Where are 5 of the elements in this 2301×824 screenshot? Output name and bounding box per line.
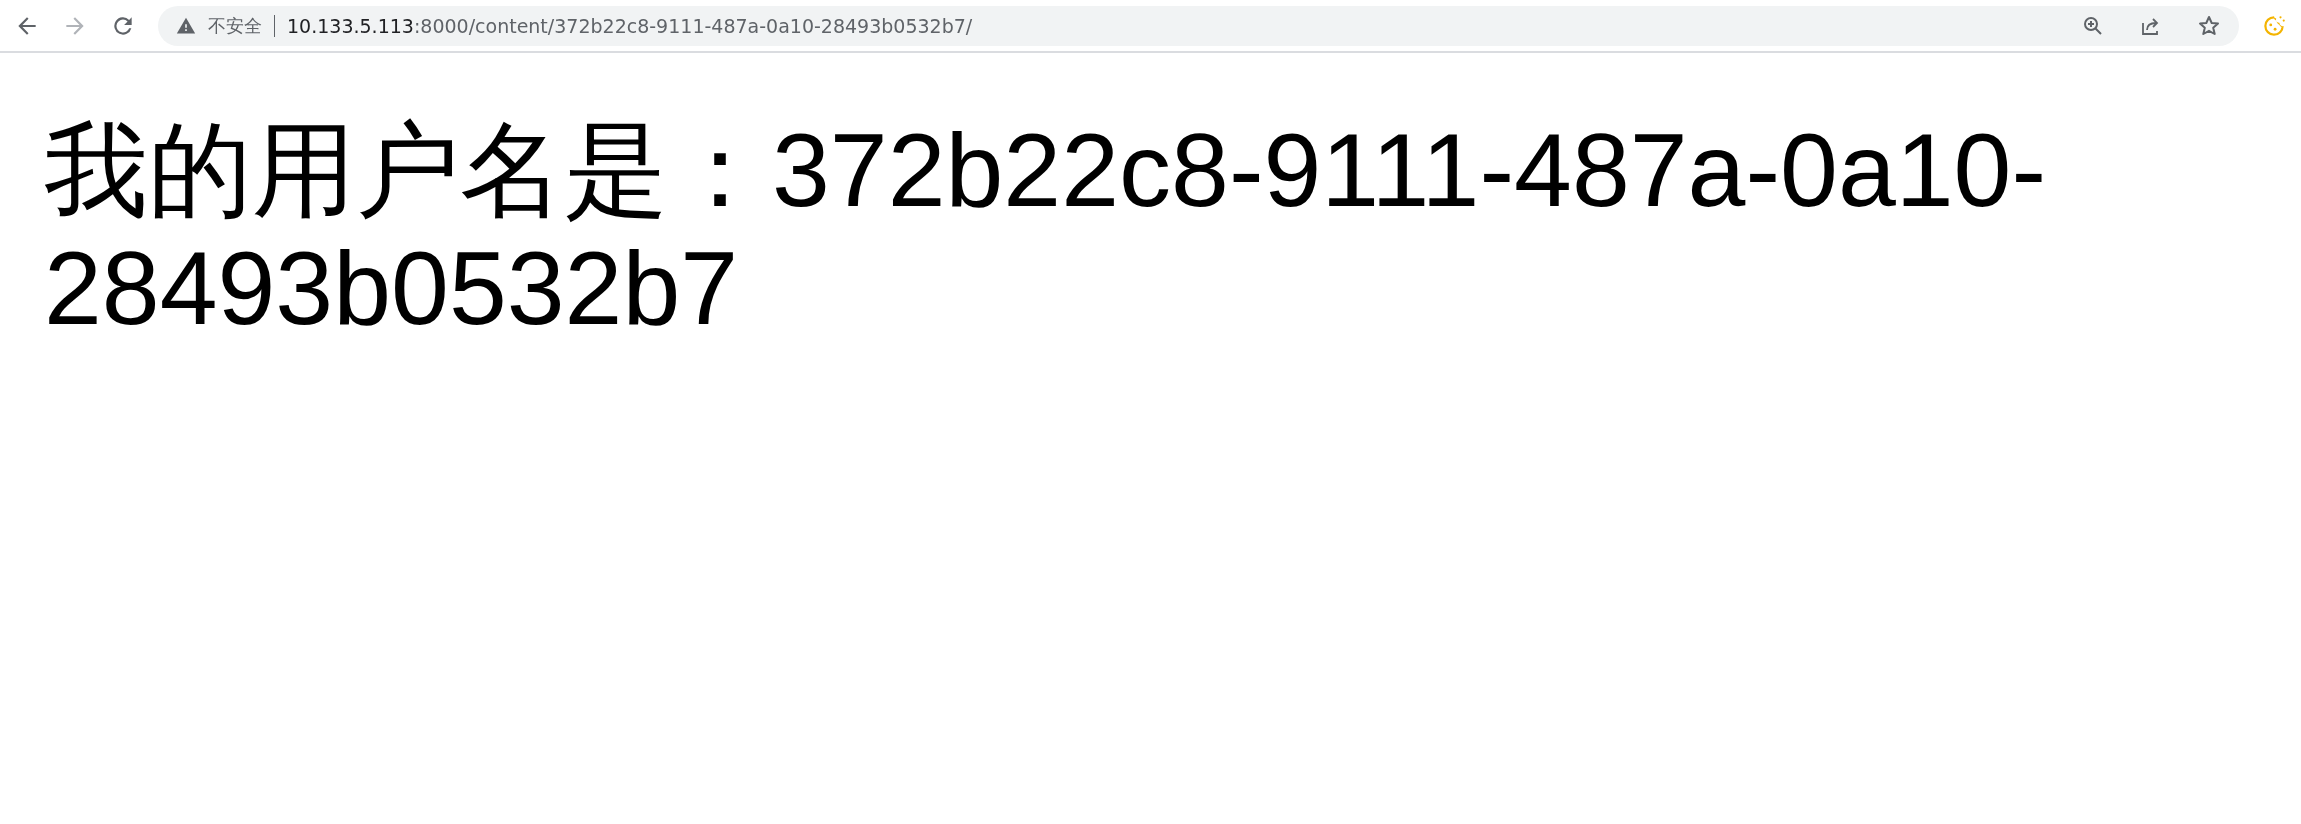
security-label: 不安全: [208, 13, 262, 38]
address-bar[interactable]: 不安全 10.133.5.113:8000/content/372b22c8-9111-487a-0a10-28493b0532b7/: [158, 5, 2239, 46]
url-text: 10.133.5.113:8000/content/372b22c8-9111-487a-0a10-28493b0532b7/: [287, 14, 973, 37]
page-heading: 我的用户名是：372b22c8-9111-487a-0a10-28493b0532b7: [44, 111, 2048, 347]
star-icon[interactable]: [2197, 13, 2221, 38]
